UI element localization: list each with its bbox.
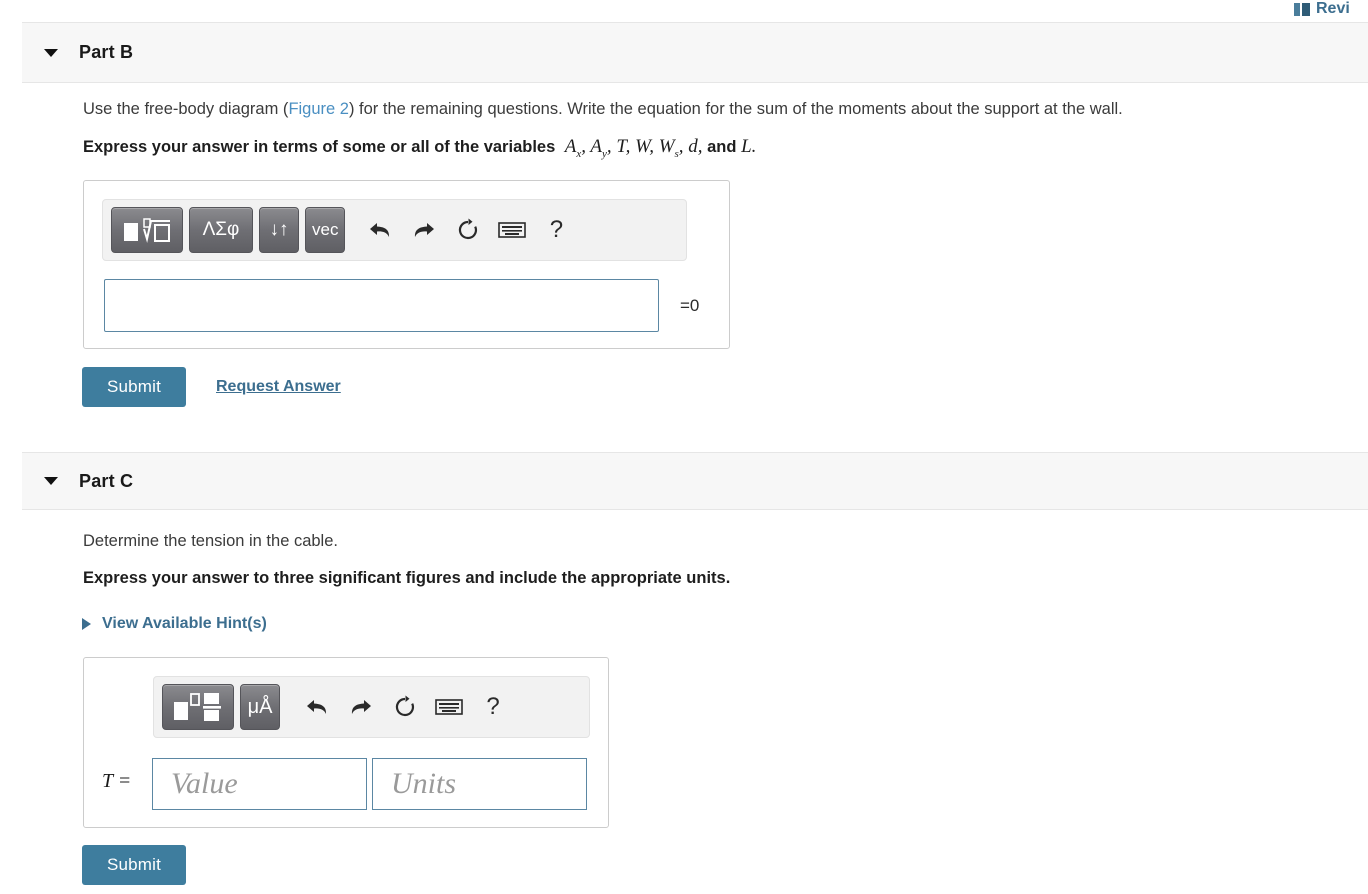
problem-page: Revi Part B Use the free-body diagram (F…: [0, 0, 1368, 894]
redo-icon[interactable]: [405, 210, 443, 250]
redo-icon[interactable]: [342, 687, 380, 727]
keyboard-icon[interactable]: [430, 687, 468, 727]
vector-button[interactable]: vec: [305, 207, 346, 253]
help-label: ?: [486, 693, 500, 720]
template-radical-button[interactable]: [111, 207, 183, 253]
part-c-submit-button[interactable]: Submit: [82, 845, 186, 885]
chevron-right-icon: [82, 618, 91, 630]
part-b-prompt-text-2: ) for the remaining questions. Write the…: [348, 100, 1123, 118]
book-icon: [1294, 2, 1310, 16]
greek-letters-button[interactable]: ΛΣφ: [189, 207, 253, 253]
part-b-prompt-text-1: Use the free-body diagram (: [83, 100, 289, 118]
template-radical-icon: [124, 218, 170, 243]
part-b-instruction-text: Express your answer in terms of some or …: [83, 138, 556, 156]
vector-label: vec: [312, 220, 339, 239]
reset-icon[interactable]: [449, 210, 487, 250]
tension-label: T =: [102, 770, 131, 793]
help-label: ?: [549, 216, 564, 243]
units-label: μÅ: [247, 695, 273, 718]
part-c-math-toolbar: μÅ ?: [153, 676, 590, 738]
greek-letters-label: ΛΣφ: [202, 219, 240, 240]
part-b-prompt: Use the free-body diagram (Figure 2) for…: [83, 100, 1123, 119]
chevron-down-icon[interactable]: [44, 48, 58, 57]
part-b-answer-widget: ΛΣφ ↓↑ vec ? =0: [83, 180, 730, 349]
part-c-answer-widget: μÅ ? T = Value Units: [83, 657, 609, 828]
top-bar: Revi: [0, 0, 1368, 22]
part-b-header[interactable]: Part B: [22, 22, 1368, 83]
units-input[interactable]: Units: [372, 758, 587, 810]
part-b-instruction: Express your answer in terms of some or …: [83, 136, 757, 160]
part-c-header[interactable]: Part C: [22, 452, 1368, 510]
template-exponent-fraction-button[interactable]: [162, 684, 234, 730]
part-c-prompt: Determine the tension in the cable.: [83, 532, 338, 550]
units-button[interactable]: μÅ: [240, 684, 280, 730]
tension-label-text: T =: [102, 770, 132, 792]
part-c-title: Part C: [79, 470, 134, 491]
reset-icon[interactable]: [386, 687, 424, 727]
variable-list: Ax, Ay, T, W, Ws, d,: [555, 136, 703, 160]
review-link-label: Revi: [1316, 0, 1350, 17]
part-b-submit-button[interactable]: Submit: [82, 367, 186, 407]
undo-icon[interactable]: [361, 210, 399, 250]
view-hints-toggle[interactable]: View Available Hint(s): [82, 615, 267, 633]
part-b-title: Part B: [79, 42, 134, 62]
help-icon[interactable]: ?: [537, 210, 575, 250]
subscript-superscript-label: ↓↑: [269, 219, 289, 240]
equals-zero-label: =0: [680, 296, 700, 315]
figure-2-link[interactable]: Figure 2: [288, 100, 349, 118]
help-icon[interactable]: ?: [474, 687, 512, 727]
value-input[interactable]: Value: [152, 758, 367, 810]
review-link[interactable]: Revi: [1294, 0, 1368, 18]
value-placeholder: Value: [171, 767, 238, 800]
units-placeholder: Units: [391, 767, 457, 800]
part-b-answer-input[interactable]: [104, 279, 659, 332]
chevron-down-icon[interactable]: [44, 477, 58, 485]
request-answer-link[interactable]: Request Answer: [216, 378, 341, 396]
variable-L: L.: [741, 136, 757, 157]
template-exponent-fraction-icon: [174, 693, 221, 721]
view-hints-label: View Available Hint(s): [102, 615, 267, 632]
subscript-superscript-button[interactable]: ↓↑: [259, 207, 299, 253]
undo-icon[interactable]: [298, 687, 336, 727]
part-c-instruction: Express your answer to three significant…: [83, 569, 731, 587]
part-b-math-toolbar: ΛΣφ ↓↑ vec ?: [102, 199, 687, 261]
keyboard-icon[interactable]: [493, 210, 531, 250]
